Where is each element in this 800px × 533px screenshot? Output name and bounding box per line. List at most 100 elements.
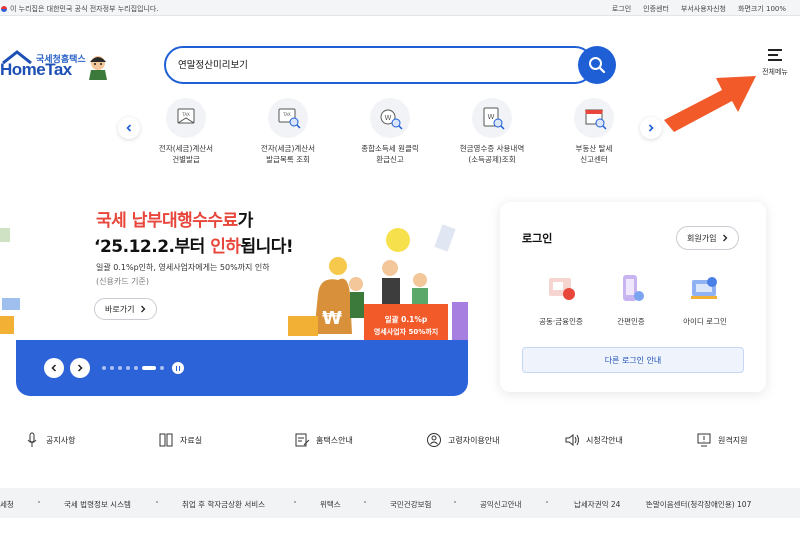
- svg-text:W: W: [385, 114, 392, 122]
- speaker-icon: [565, 434, 579, 446]
- receipt-search-icon: W: [472, 98, 512, 138]
- chevron-right-icon: [648, 124, 654, 132]
- login-option-label: 아이디 로그인: [683, 317, 727, 326]
- separator-dot: [38, 501, 40, 503]
- related-site-link[interactable]: 위택스: [320, 499, 341, 510]
- login-option-joint-cert[interactable]: 공동·금융인증: [526, 274, 596, 327]
- svg-text:TAX: TAX: [181, 112, 190, 117]
- banner-pause-button[interactable]: [172, 362, 184, 374]
- utility-link-dept-user[interactable]: 부서사용자신청: [681, 4, 726, 14]
- login-option-label: 공동·금융인증: [539, 317, 583, 326]
- hometax-logo[interactable]: 국세청홈택스 HomeTax: [0, 46, 115, 86]
- quick-menu-item-invoice-issue[interactable]: TAX 전자(세금)계산서 건별발급: [141, 98, 231, 165]
- join-label: 회원가입: [687, 233, 717, 243]
- quick-link-audiovisual[interactable]: 시청각안내: [564, 432, 623, 448]
- svg-text:TAX: TAX: [282, 112, 291, 117]
- banner-note: (신용카드 기준): [96, 277, 149, 286]
- quick-link-label: 홈택스안내: [316, 435, 353, 445]
- all-menu-button[interactable]: 전체메뉴: [758, 49, 792, 81]
- decoration-graphic: [0, 228, 20, 334]
- quick-link-label: 고령자이용안내: [448, 435, 500, 445]
- quick-link-archive[interactable]: 자료실: [158, 432, 202, 448]
- utility-link-cert-center[interactable]: 인증센터: [643, 4, 669, 14]
- microphone-icon: [27, 432, 37, 447]
- mascot-icon: [89, 56, 107, 80]
- search-button[interactable]: [578, 46, 616, 84]
- gov-notice-text: 이 누리집은 대한민국 공식 전자정부 누리집입니다.: [10, 5, 159, 13]
- quick-link-hometax-guide[interactable]: 홈택스안내: [294, 432, 353, 448]
- banner-page-dot[interactable]: [118, 366, 122, 370]
- login-option-id-login[interactable]: 아이디 로그인: [670, 274, 740, 327]
- tax-invoice-icon: TAX: [166, 98, 206, 138]
- quick-menu-item-invoice-list[interactable]: TAX 전자(세금)계산서 발급목록 조회: [243, 98, 333, 165]
- quick-link-notice[interactable]: 공지사항: [24, 432, 75, 448]
- other-login-button[interactable]: 다른 로그인 안내: [522, 347, 744, 373]
- banner-page-dot[interactable]: [110, 366, 114, 370]
- banner-next-button[interactable]: [70, 358, 90, 378]
- login-option-simple-auth[interactable]: 간편인증: [596, 274, 666, 327]
- svg-text:₩: ₩: [322, 308, 342, 329]
- chevron-left-icon: [51, 364, 57, 372]
- banner-prev-button[interactable]: [44, 358, 64, 378]
- hamburger-icon: [768, 49, 782, 61]
- banner-page-dot[interactable]: [102, 366, 106, 370]
- banner-page-dot[interactable]: [134, 366, 138, 370]
- remote-support-icon: [697, 433, 711, 447]
- banner-more-button[interactable]: 바로가기: [94, 298, 158, 320]
- quick-menu-label: 전자(세금)계산서 발급목록 조회: [260, 144, 316, 164]
- banner-more-label: 바로가기: [105, 304, 135, 314]
- utility-links: 로그인 인증센터 부서사용자신청 화면크기 100%: [612, 4, 786, 14]
- related-sites-bar: 세청 국세 법령정보 시스템 취업 후 학자금상환 서비스 위택스 국민건강보험…: [0, 488, 800, 518]
- elderly-icon: [427, 433, 441, 447]
- login-card: 로그인 회원가입 공동·금융인증 간편인증 아이디 로그인 다른 로그인 안내: [500, 202, 766, 392]
- quick-link-remote-support[interactable]: 원격지원: [696, 432, 747, 448]
- search-input[interactable]: [178, 56, 568, 72]
- quick-menu-item-real-estate-report[interactable]: 부동산 탈세 신고센터: [549, 98, 639, 165]
- related-site-link[interactable]: 취업 후 학자금상환 서비스: [182, 499, 265, 510]
- separator-dot: [454, 501, 456, 503]
- quick-menu-item-income-tax-refund[interactable]: W 종합소득세 원클릭 환급신고: [345, 98, 435, 165]
- banner-page-dot[interactable]: [126, 366, 130, 370]
- store-report-icon: [574, 98, 614, 138]
- related-site-link[interactable]: 세청: [0, 499, 14, 510]
- utility-link-login[interactable]: 로그인: [612, 4, 631, 14]
- related-site-link[interactable]: 손말이음센터(청각장애인용) 107: [646, 499, 751, 510]
- banner-graphic-text-2: 영세사업자 50%까지: [374, 327, 438, 336]
- related-site-link[interactable]: 국민건강보험: [390, 499, 431, 510]
- related-site-link[interactable]: 납세자권익 24: [574, 499, 620, 510]
- quick-links-bar: 공지사항 자료실 홈택스안내 고령자이용안내 시청각안내 원격지원: [0, 426, 800, 456]
- certificate-icon: [545, 274, 577, 304]
- won-refund-icon: W: [370, 98, 410, 138]
- quick-menu-label: 현금영수증 사용내역 (소득공제)조회: [459, 144, 525, 164]
- gov-topbar: 이 누리집은 대한민국 공식 전자정부 누리집입니다. 로그인 인증센터 부서사…: [0, 0, 800, 16]
- quick-menu-item-cash-receipt[interactable]: W 현금영수증 사용내역 (소득공제)조회: [447, 98, 537, 165]
- banner-description: 일괄 0.1%p인하, 영세사업자에게는 50%까지 인하: [96, 263, 270, 272]
- chevron-right-icon: [77, 364, 83, 372]
- quick-link-elderly-guide[interactable]: 고령자이용안내: [426, 432, 500, 448]
- banner-title-line2: ‘25.12.2.부터 인하됩니다!: [94, 237, 294, 257]
- search-icon: [589, 57, 606, 74]
- chevron-left-icon: [126, 124, 132, 132]
- related-site-link[interactable]: 공익신고안내: [480, 499, 521, 510]
- quick-menu-next-button[interactable]: [640, 117, 662, 139]
- quick-link-label: 시청각안내: [586, 435, 623, 445]
- quick-link-label: 공지사항: [46, 435, 76, 445]
- join-button[interactable]: 회원가입: [676, 226, 740, 250]
- archive-icon: [159, 433, 173, 447]
- taegeuk-icon: [1, 6, 7, 12]
- banner-illustration: ₩ 일괄 0.1%p 영세사업자 50%까지: [288, 224, 468, 352]
- banner-page-dot[interactable]: [160, 366, 164, 370]
- phone-auth-icon: [615, 274, 647, 304]
- quick-menu-prev-button[interactable]: [118, 117, 140, 139]
- quick-link-label: 원격지원: [718, 435, 748, 445]
- chevron-right-icon: [141, 305, 146, 313]
- banner-title-line1: 국세 납부대행수수료가: [96, 211, 253, 231]
- banner-page-dot[interactable]: [142, 366, 156, 370]
- related-site-link[interactable]: 국세 법령정보 시스템: [64, 499, 131, 510]
- utility-link-screen-size[interactable]: 화면크기 100%: [738, 4, 786, 14]
- logo-title: HomeTax: [0, 60, 72, 79]
- quick-menu-label: 전자(세금)계산서 건별발급: [158, 144, 214, 164]
- separator-dot: [156, 501, 158, 503]
- invoice-search-icon: TAX: [268, 98, 308, 138]
- annotation-arrow-icon: [664, 76, 756, 132]
